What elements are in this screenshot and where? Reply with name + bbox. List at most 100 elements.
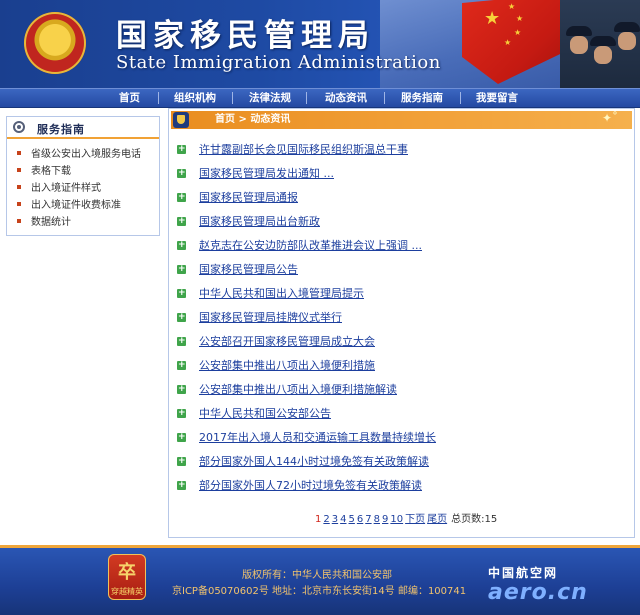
bullet-icon	[17, 185, 21, 189]
watermark-brand-cn: 中国航空网	[488, 566, 559, 580]
guards-image	[560, 0, 640, 88]
nav-item-news[interactable]: 动态资讯	[325, 91, 367, 105]
pager-total: 总页数:15	[451, 514, 498, 525]
gear-icon	[13, 121, 25, 133]
news-panel: 首页 > 动态资讯 ✦˚ 许甘露副部长会见国际移民组织斯温总干事 国家移民管理局…	[168, 108, 635, 538]
plus-bullet-icon	[177, 236, 186, 254]
sidebar-item-statistics[interactable]: 数据统计	[17, 215, 71, 231]
elite-emblem-logo: 卒 穿越精英	[108, 554, 146, 600]
pager-page-9[interactable]: 9	[382, 514, 388, 525]
news-item[interactable]: 国家移民管理局发出通知 ...	[177, 164, 617, 183]
news-item[interactable]: 国家移民管理局通报	[177, 188, 617, 207]
news-link[interactable]: 2017年出入境人员和交通运输工具数量持续增长	[199, 429, 436, 447]
pagination: 1 2 3 4 5 6 7 8 9 10 下页 尾页 总页数:15	[315, 513, 497, 527]
news-item[interactable]: 中华人民共和国公安部公告	[177, 404, 617, 423]
news-link[interactable]: 公安部集中推出八项出入境便利措施	[199, 357, 375, 375]
plus-bullet-icon	[177, 332, 186, 350]
news-link[interactable]: 部分国家外国人144小时过境免签有关政策解读	[199, 453, 429, 471]
pager-page-3[interactable]: 3	[332, 514, 338, 525]
nav-separator	[460, 92, 461, 104]
sparkle-icon: ✦˚	[601, 111, 618, 125]
pager-page-7[interactable]: 7	[365, 514, 371, 525]
nav-separator	[158, 92, 159, 104]
news-item[interactable]: 部分国家外国人72小时过境免签有关政策解读	[177, 476, 617, 495]
news-link[interactable]: 中华人民共和国公安部公告	[199, 405, 331, 423]
site-title-cn: 国家移民管理局	[116, 18, 375, 54]
bullet-icon	[17, 202, 21, 206]
plus-bullet-icon	[177, 356, 186, 374]
nav-item-leave-message[interactable]: 我要留言	[476, 91, 518, 105]
news-item[interactable]: 公安部集中推出八项出入境便利措施解读	[177, 380, 617, 399]
watermark-brand-en: aero.cn	[488, 580, 588, 605]
nav-item-home[interactable]: 首页	[119, 91, 140, 105]
plus-bullet-icon	[177, 140, 186, 158]
nav-separator	[384, 92, 385, 104]
breadcrumb: 首页 > 动态资讯 ✦˚	[171, 111, 632, 129]
sidebar-item-service-phone[interactable]: 省级公安出入境服务电话	[17, 147, 141, 163]
sidebar-item-document-samples[interactable]: 出入境证件样式	[17, 181, 101, 197]
nav-item-laws[interactable]: 法律法规	[249, 91, 291, 105]
pager-current-page: 1	[315, 514, 322, 525]
news-link[interactable]: 国家移民管理局发出通知 ...	[199, 165, 334, 183]
news-item[interactable]: 2017年出入境人员和交通运输工具数量持续增长	[177, 428, 617, 447]
news-link[interactable]: 公安部集中推出八项出入境便利措施解读	[199, 381, 397, 399]
pager-last-button[interactable]: 尾页	[427, 514, 447, 525]
news-item[interactable]: 中华人民共和国出入境管理局提示	[177, 284, 617, 303]
site-title-en: State Immigration Administration	[116, 52, 441, 73]
news-item[interactable]: 公安部召开国家移民管理局成立大会	[177, 332, 617, 351]
news-item[interactable]: 公安部集中推出八项出入境便利措施	[177, 356, 617, 375]
news-link[interactable]: 中华人民共和国出入境管理局提示	[199, 285, 364, 303]
service-guide-panel: 服务指南 省级公安出入境服务电话 表格下载 出入境证件样式 出入境证件收费标准 …	[6, 116, 160, 236]
site-header: ★ ★ ★ ★ ★ ★ 国家移民管理局 State Immigration Ad…	[0, 0, 640, 88]
pager-next-button[interactable]: 下页	[405, 514, 425, 525]
plus-bullet-icon	[177, 476, 186, 494]
sidebar-item-label: 出入境证件样式	[31, 183, 101, 194]
sidebar-title: 服务指南	[37, 123, 85, 136]
news-link[interactable]: 公安部召开国家移民管理局成立大会	[199, 333, 375, 351]
nav-separator	[306, 92, 307, 104]
sidebar-item-form-download[interactable]: 表格下载	[17, 164, 71, 180]
sidebar-item-fee-standards[interactable]: 出入境证件收费标准	[17, 198, 121, 214]
pager-page-4[interactable]: 4	[340, 514, 346, 525]
news-item[interactable]: 国家移民管理局出台新政	[177, 212, 617, 231]
plus-bullet-icon	[177, 284, 186, 302]
plus-bullet-icon	[177, 428, 186, 446]
news-link[interactable]: 国家移民管理局通报	[199, 189, 298, 207]
icp-address-text: 京ICP备05070602号 地址：北京市东长安街14号 邮编：100741	[172, 586, 467, 597]
national-emblem-icon[interactable]: ★	[24, 12, 86, 74]
news-item[interactable]: 国家移民管理局挂牌仪式举行	[177, 308, 617, 327]
news-link[interactable]: 赵克志在公安边防部队改革推进会议上强调 ...	[199, 237, 422, 255]
bullet-icon	[17, 151, 21, 155]
news-link[interactable]: 部分国家外国人72小时过境免签有关政策解读	[199, 477, 422, 495]
news-link[interactable]: 国家移民管理局挂牌仪式举行	[199, 309, 342, 327]
pager-page-2[interactable]: 2	[323, 514, 329, 525]
logo-caption: 穿越精英	[111, 587, 143, 596]
pager-page-6[interactable]: 6	[357, 514, 363, 525]
pager-page-8[interactable]: 8	[374, 514, 380, 525]
pager-page-5[interactable]: 5	[349, 514, 355, 525]
news-link[interactable]: 许甘露副部长会见国际移民组织斯温总干事	[199, 141, 408, 159]
news-link[interactable]: 国家移民管理局出台新政	[199, 213, 320, 231]
news-item[interactable]: 赵克志在公安边防部队改革推进会议上强调 ...	[177, 236, 617, 255]
plus-bullet-icon	[177, 260, 186, 278]
breadcrumb-path[interactable]: 首页 > 动态资讯	[215, 113, 290, 127]
copyright-text: 版权所有：中华人民共和国公安部	[242, 570, 392, 581]
news-item[interactable]: 国家移民管理局公告	[177, 260, 617, 279]
plus-bullet-icon	[177, 380, 186, 398]
plus-bullet-icon	[177, 308, 186, 326]
plus-bullet-icon	[177, 452, 186, 470]
sidebar-item-label: 表格下载	[31, 166, 71, 177]
news-item[interactable]: 部分国家外国人144小时过境免签有关政策解读	[177, 452, 617, 471]
bullet-icon	[17, 168, 21, 172]
plus-bullet-icon	[177, 188, 186, 206]
pager-page-10[interactable]: 10	[390, 514, 403, 525]
sidebar-item-label: 数据统计	[31, 217, 71, 228]
news-link[interactable]: 国家移民管理局公告	[199, 261, 298, 279]
nav-item-organization[interactable]: 组织机构	[174, 91, 216, 105]
sidebar-header: 服务指南	[7, 117, 159, 139]
site-footer: 卒 穿越精英 版权所有：中华人民共和国公安部 京ICP备05070602号 地址…	[0, 545, 640, 615]
bullet-icon	[17, 219, 21, 223]
nav-item-service-guide[interactable]: 服务指南	[401, 91, 443, 105]
logo-glyph: 卒	[118, 562, 136, 583]
news-item[interactable]: 许甘露副部长会见国际移民组织斯温总干事	[177, 140, 617, 159]
